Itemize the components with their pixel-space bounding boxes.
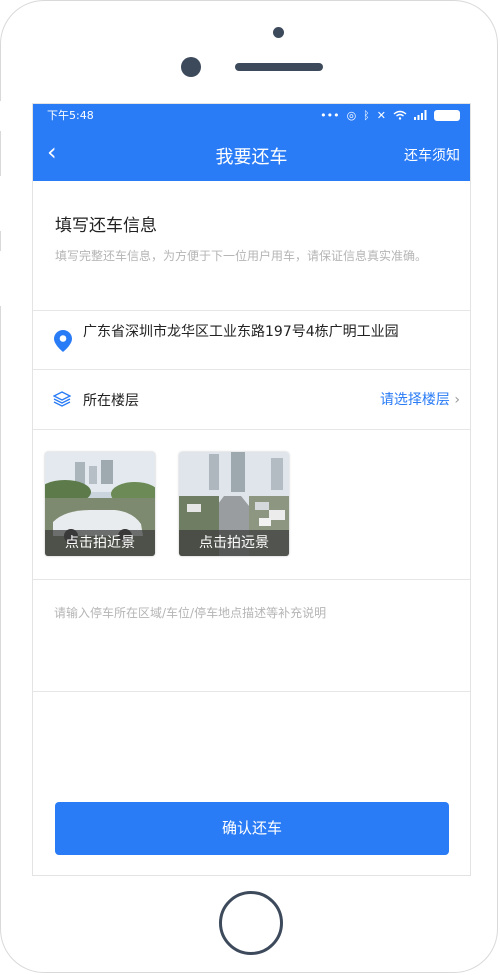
photo-section: 点击拍近景 点击拍远景 xyxy=(33,429,470,580)
earpiece-speaker xyxy=(235,63,323,71)
status-bar: 下午5:48 ••• ◎ ᛒ ✕ xyxy=(33,104,470,126)
far-photo-button[interactable]: 点击拍远景 xyxy=(179,452,289,556)
wifi-icon xyxy=(393,110,407,120)
info-heading: 填写还车信息 xyxy=(55,216,157,236)
info-description: 填写完整还车信息，为方便于下一位用户用车，请保证信息真实准确。 xyxy=(55,249,428,263)
note-placeholder: 请输入停车所在区域/车位/停车地点描述等补充说明 xyxy=(54,606,327,620)
far-photo-caption: 点击拍远景 xyxy=(179,530,289,556)
bluetooth-icon: ᛒ xyxy=(363,108,370,122)
floor-select[interactable]: 请选择楼层 › xyxy=(380,389,460,409)
side-button-top xyxy=(0,100,1,132)
layers-icon xyxy=(53,391,71,407)
chevron-right-icon: › xyxy=(454,392,460,408)
floor-row[interactable]: 所在楼层 请选择楼层 › xyxy=(33,369,470,430)
status-time: 下午5:48 xyxy=(47,109,94,122)
address-row: 广东省深圳市龙华区工业东路197号4栋广明工业园 xyxy=(33,310,470,370)
signal-icon xyxy=(414,110,427,120)
front-camera xyxy=(181,57,201,77)
app-screen: 下午5:48 ••• ◎ ᛒ ✕ ‹ 我要还车 还车须知 填写还车信息 填写完整… xyxy=(32,103,471,876)
floor-label: 所在楼层 xyxy=(83,393,139,409)
phone-frame: 下午5:48 ••• ◎ ᛒ ✕ ‹ 我要还车 还车须知 填写还车信息 填写完整… xyxy=(0,0,498,973)
location-pin-icon xyxy=(54,330,72,352)
confirm-return-button[interactable]: 确认还车 xyxy=(55,802,449,855)
side-button-mid xyxy=(0,175,1,232)
note-textarea[interactable]: 请输入停车所在区域/车位/停车地点描述等补充说明 xyxy=(33,579,470,692)
side-button-low xyxy=(0,250,1,307)
near-photo-button[interactable]: 点击拍近景 xyxy=(45,452,155,556)
home-button[interactable] xyxy=(219,891,283,955)
info-section: 填写还车信息 填写完整还车信息，为方便于下一位用户用车，请保证信息真实准确。 xyxy=(33,181,470,311)
more-icon: ••• xyxy=(320,108,340,122)
sensor-dot xyxy=(273,27,284,38)
battery-icon xyxy=(434,109,460,121)
return-notice-link[interactable]: 还车须知 xyxy=(404,145,460,165)
address-text: 广东省深圳市龙华区工业东路197号4栋广明工业园 xyxy=(83,324,399,340)
near-photo-caption: 点击拍近景 xyxy=(45,530,155,556)
nfc-icon: ◎ xyxy=(346,108,357,122)
nav-bar: ‹ 我要还车 还车须知 xyxy=(33,126,470,181)
mute-icon: ✕ xyxy=(376,108,386,122)
